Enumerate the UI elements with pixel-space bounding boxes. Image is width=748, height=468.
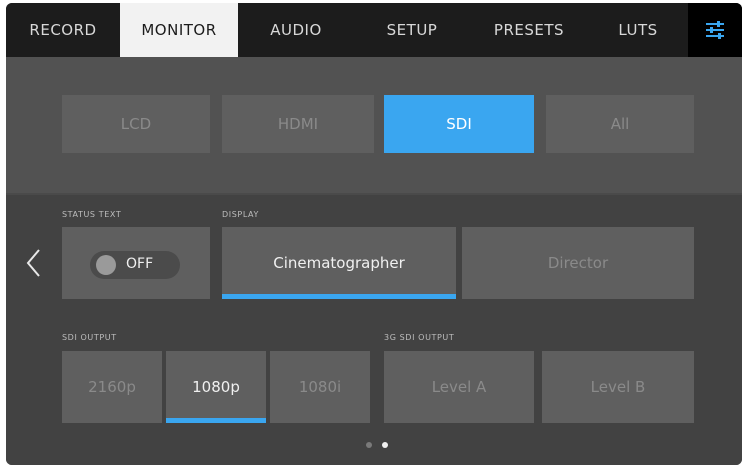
selected-underline <box>222 294 456 299</box>
3g-sdi-level-b-button[interactable]: Level B <box>542 351 694 423</box>
sdi-output-1080i-button[interactable]: 1080i <box>270 351 370 423</box>
tab-bar: RECORD MONITOR AUDIO SETUP PRESETS LUTS <box>6 3 742 57</box>
sdi-settings-section: STATUS TEXT OFF DISPLAY Cinematographer … <box>6 195 742 465</box>
page-dot-2[interactable] <box>382 442 388 448</box>
sdi-button[interactable]: SDI <box>384 95 534 153</box>
tab-presets[interactable]: PRESETS <box>470 3 588 57</box>
3g-sdi-output-label: 3G SDI OUTPUT <box>384 333 455 342</box>
display-label: DISPLAY <box>222 210 260 219</box>
toggle-value: OFF <box>126 256 154 272</box>
tab-luts[interactable]: LUTS <box>588 3 688 57</box>
sdi-output-1080p-label: 1080p <box>192 378 240 396</box>
display-cinematographer-label: Cinematographer <box>273 254 405 272</box>
tab-setup[interactable]: SETUP <box>354 3 470 57</box>
page-dot-1[interactable] <box>366 442 372 448</box>
chevron-left-icon[interactable] <box>24 247 44 279</box>
output-selector-section: LCD HDMI SDI All <box>6 57 742 193</box>
all-button[interactable]: All <box>546 95 694 153</box>
toggle-knob <box>96 255 116 275</box>
tab-record[interactable]: RECORD <box>6 3 120 57</box>
lcd-button[interactable]: LCD <box>62 95 210 153</box>
tab-monitor[interactable]: MONITOR <box>120 3 238 57</box>
status-text-toggle[interactable]: OFF <box>90 251 180 279</box>
tab-audio[interactable]: AUDIO <box>238 3 354 57</box>
sdi-output-label: SDI OUTPUT <box>62 333 117 342</box>
status-text-panel[interactable]: OFF <box>62 227 210 299</box>
hdmi-button[interactable]: HDMI <box>222 95 374 153</box>
selected-underline <box>166 418 266 423</box>
sdi-output-2160p-button[interactable]: 2160p <box>62 351 162 423</box>
monitor-screen: RECORD MONITOR AUDIO SETUP PRESETS LUTS … <box>6 3 742 465</box>
status-text-label: STATUS TEXT <box>62 210 122 219</box>
sdi-output-1080p-button[interactable]: 1080p <box>166 351 266 423</box>
display-cinematographer-button[interactable]: Cinematographer <box>222 227 456 299</box>
sliders-icon <box>706 21 724 39</box>
3g-sdi-level-a-button[interactable]: Level A <box>384 351 534 423</box>
display-director-button[interactable]: Director <box>462 227 694 299</box>
settings-button[interactable] <box>688 3 742 57</box>
